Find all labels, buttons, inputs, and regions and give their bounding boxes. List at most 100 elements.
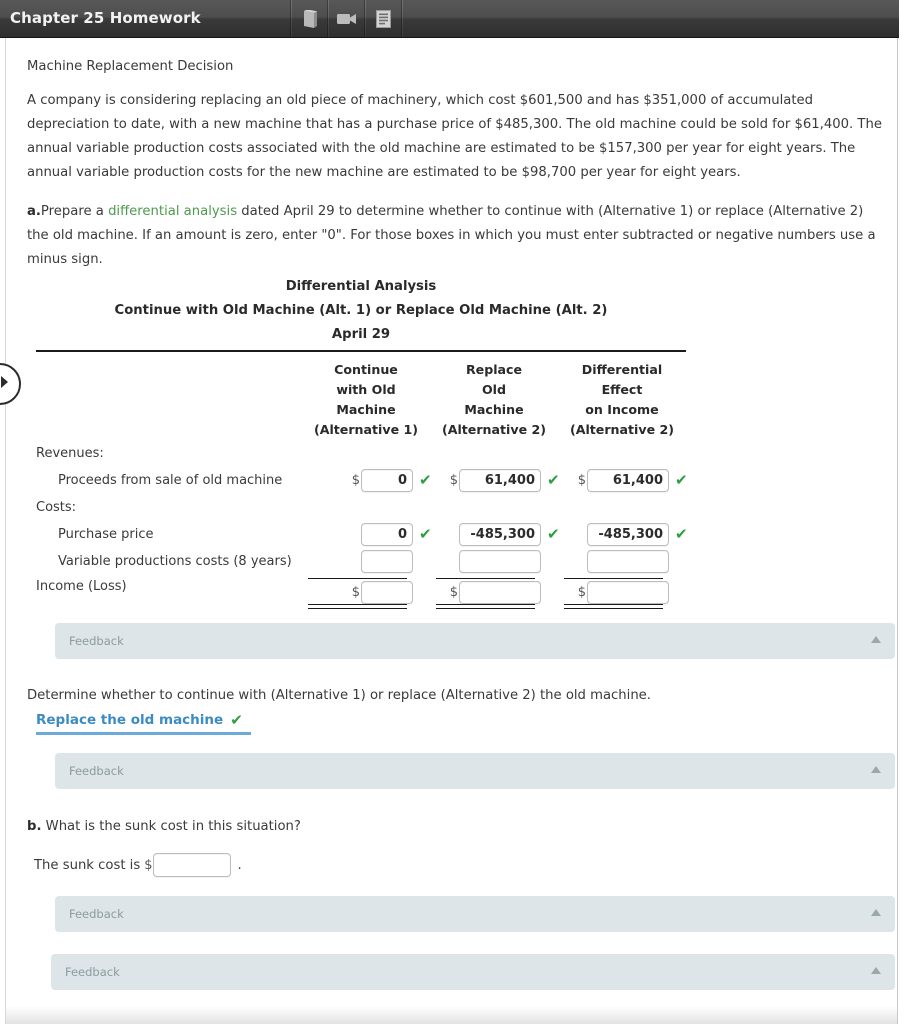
- table-cell: $✔: [430, 467, 560, 494]
- table-row: Revenues:: [36, 440, 686, 467]
- amount-input[interactable]: [459, 550, 541, 573]
- amount-input[interactable]: [587, 523, 669, 546]
- column-header-differential-effect: Differential Effect on Income (Alternati…: [558, 360, 686, 440]
- col1-line4: (Alternative 1): [313, 422, 419, 437]
- table-cell: $✔: [558, 467, 688, 494]
- window-title-bar: Chapter 25 Homework: [0, 0, 911, 38]
- col2-line3: Machine: [464, 402, 524, 417]
- collapse-triangle-icon[interactable]: [871, 766, 881, 773]
- alternative-answer-value: Replace the old machine: [36, 712, 224, 728]
- part-a-instructions: a.Prepare a differential analysis dated …: [27, 200, 889, 272]
- amount-input[interactable]: [361, 523, 413, 546]
- feedback-bar-2[interactable]: Feedback: [55, 753, 895, 789]
- chevron-right-icon: [0, 375, 10, 393]
- document-notes-icon-button[interactable]: [366, 0, 401, 38]
- table-title-line-1: Differential Analysis: [285, 279, 437, 294]
- dollar-sign: $: [449, 585, 458, 600]
- table-cell: $✔: [430, 578, 558, 609]
- col3-line1: Differential: [581, 362, 663, 377]
- amount-input[interactable]: [459, 523, 541, 546]
- amount-input[interactable]: [459, 469, 541, 492]
- row-label: Variable productions costs (8 years): [58, 554, 292, 569]
- table-row: Costs:: [36, 494, 686, 521]
- differential-analysis-table: Differential Analysis Continue with Old …: [36, 275, 688, 611]
- table-row: Income (Loss)$✔$✔$✔: [36, 575, 686, 611]
- col1-line1: Continue: [334, 362, 398, 377]
- table-cell: $✔: [302, 578, 430, 609]
- amount-input[interactable]: [587, 469, 669, 492]
- correct-check-icon: ✔: [547, 525, 560, 543]
- sunk-cost-input[interactable]: [152, 853, 231, 877]
- feedback-bar-3[interactable]: Feedback: [55, 896, 895, 932]
- video-camera-icon: [336, 12, 357, 26]
- video-camera-icon-button[interactable]: [329, 0, 364, 38]
- feedback-bar-4[interactable]: Feedback: [51, 954, 895, 990]
- dollar-sign: $: [351, 473, 360, 488]
- row-label: Income (Loss): [36, 579, 127, 594]
- column-header-alternative-1: Continue with Old Machine (Alternative 1…: [302, 360, 430, 440]
- feedback-bar-1[interactable]: Feedback: [55, 623, 895, 659]
- sunk-cost-prefix: The sunk cost is: [34, 857, 141, 873]
- part-a-marker: a.: [27, 204, 41, 219]
- amount-input[interactable]: [459, 581, 541, 604]
- row-label: Revenues:: [36, 446, 104, 461]
- table-row: Proceeds from sale of old machine$✔$✔$✔: [36, 467, 688, 494]
- right-gutter: [899, 0, 911, 1024]
- part-b-question-text: What is the sunk cost in this situation?: [45, 819, 301, 834]
- collapse-triangle-icon[interactable]: [871, 909, 881, 916]
- correct-check-icon: ✔: [675, 471, 688, 489]
- row-label: Purchase price: [58, 527, 154, 542]
- amount-input[interactable]: [361, 550, 413, 573]
- differential-analysis-link[interactable]: differential analysis: [108, 204, 237, 219]
- col1-line2: with Old: [336, 382, 396, 397]
- table-title-line-2: Continue with Old Machine (Alt. 1) or Re…: [114, 303, 608, 318]
- dollar-sign: $: [351, 585, 360, 600]
- amount-input[interactable]: [361, 469, 413, 492]
- table-cell: $✔: [558, 548, 686, 575]
- amount-input[interactable]: [361, 581, 413, 604]
- collapse-triangle-icon[interactable]: [871, 636, 881, 643]
- feedback-label: Feedback: [69, 634, 124, 648]
- table-cell: $✔: [302, 467, 432, 494]
- amount-input[interactable]: [587, 581, 669, 604]
- feedback-label: Feedback: [69, 764, 124, 778]
- dollar-sign: $: [449, 473, 458, 488]
- part-a-text-before: Prepare a: [40, 204, 109, 219]
- col2-line2: Old: [481, 382, 507, 397]
- dollar-sign: $: [577, 473, 586, 488]
- part-b-marker: b.: [27, 819, 42, 834]
- table-cell: $✔: [558, 578, 686, 609]
- table-cell: $✔: [430, 521, 560, 548]
- table-cell: $✔: [430, 548, 558, 575]
- feedback-label: Feedback: [69, 907, 124, 921]
- col2-line1: Replace: [465, 362, 523, 377]
- ebook-icon-button[interactable]: [292, 0, 327, 38]
- intro-paragraph: A company is considering replacing an ol…: [27, 93, 882, 180]
- sunk-cost-period: .: [237, 857, 242, 873]
- table-title-line-3: April 29: [331, 327, 391, 342]
- column-header-alternative-2: Replace Old Machine (Alternative 2): [430, 360, 558, 440]
- dollar-sign: $: [577, 585, 586, 600]
- amount-input[interactable]: [587, 550, 669, 573]
- section-heading: Machine Replacement Decision: [27, 59, 234, 74]
- correct-check-icon: ✔: [419, 525, 432, 543]
- application-frame: Chapter 25 Homework Machine Replacement …: [0, 0, 911, 1024]
- collapse-triangle-icon[interactable]: [871, 967, 881, 974]
- row-label: Costs:: [36, 500, 77, 515]
- col2-line4: (Alternative 2): [441, 422, 547, 437]
- dollar-sign: $: [144, 857, 153, 873]
- table-cell: $✔: [302, 521, 432, 548]
- table-column-headers: Continue with Old Machine (Alternative 1…: [36, 352, 686, 440]
- table-body: Revenues: Proceeds from sale of old machi…: [36, 440, 688, 611]
- ebook-icon: [301, 9, 318, 29]
- table-row: Purchase price$✔$✔$✔: [36, 521, 688, 548]
- table-row: Variable productions costs (8 years) $✔$✔…: [36, 548, 686, 575]
- col1-line3: Machine: [336, 402, 396, 417]
- sunk-cost-answer-row: The sunk cost is $ .: [34, 853, 242, 877]
- column-header-spacer: [36, 360, 302, 440]
- correct-check-icon: ✔: [419, 471, 432, 489]
- correct-check-icon: ✔: [675, 525, 688, 543]
- alternative-answer-select[interactable]: Replace the old machine ✔: [36, 711, 251, 735]
- col3-line2: Effect: [601, 382, 643, 397]
- col3-line3: on Income: [585, 402, 659, 417]
